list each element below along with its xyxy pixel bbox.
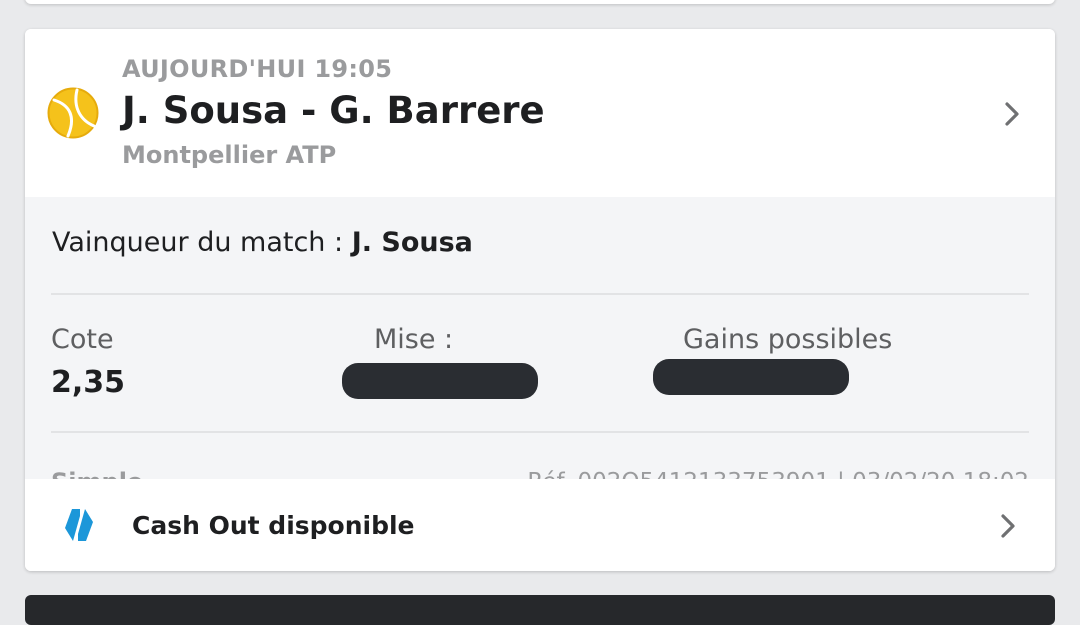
tennis-ball-icon bbox=[47, 87, 99, 139]
stake-value-redacted bbox=[342, 363, 538, 399]
cash-out-row[interactable]: Cash Out disponible bbox=[25, 479, 1055, 571]
event-time: AUJOURD'HUI 19:05 bbox=[122, 55, 393, 83]
selection-label: Vainqueur du match : bbox=[52, 227, 352, 258]
odds-label: Cote bbox=[51, 324, 114, 355]
event-header[interactable]: AUJOURD'HUI 19:05 J. Sousa - G. Barrere … bbox=[25, 29, 1055, 197]
event-league: Montpellier ATP bbox=[122, 141, 337, 169]
cash-out-icon bbox=[65, 509, 93, 541]
gains-value-redacted bbox=[653, 359, 849, 395]
gains-label: Gains possibles bbox=[683, 324, 893, 355]
stake-label: Mise : bbox=[374, 324, 454, 355]
selection-value: J. Sousa bbox=[351, 227, 473, 258]
bet-selection: Vainqueur du match : J. Sousa bbox=[52, 227, 473, 258]
bet-details: Vainqueur du match : J. Sousa Cote 2,35 … bbox=[25, 197, 1055, 496]
cash-out-label[interactable]: Cash Out disponible bbox=[132, 511, 415, 540]
event-title[interactable]: J. Sousa - G. Barrere bbox=[122, 89, 545, 132]
previous-bet-card[interactable] bbox=[25, 0, 1055, 4]
next-card[interactable] bbox=[25, 595, 1055, 625]
bet-card: AUJOURD'HUI 19:05 J. Sousa - G. Barrere … bbox=[25, 29, 1055, 571]
divider bbox=[51, 431, 1029, 433]
chevron-right-icon[interactable] bbox=[1000, 99, 1024, 129]
odds-value: 2,35 bbox=[51, 365, 126, 400]
divider bbox=[51, 293, 1029, 295]
chevron-right-icon[interactable] bbox=[997, 512, 1019, 540]
